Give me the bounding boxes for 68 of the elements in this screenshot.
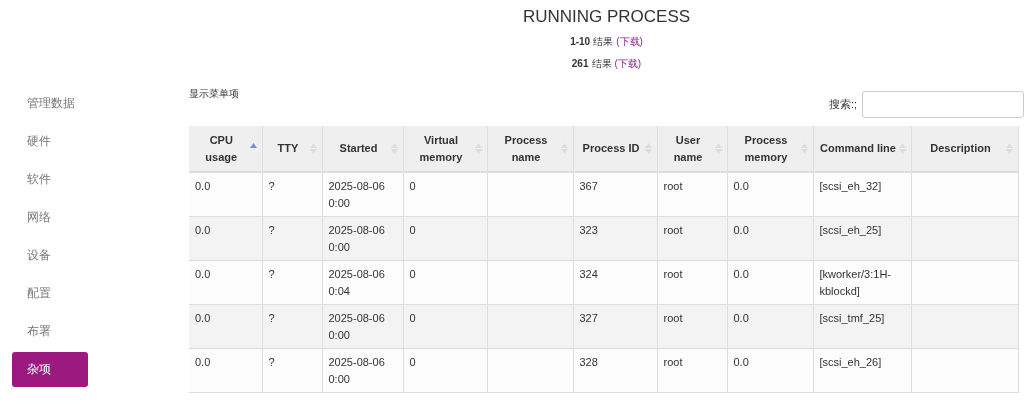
table-cell: 0.0: [727, 260, 813, 305]
table-cell: ?: [262, 304, 322, 349]
sidebar-item[interactable]: 杂项: [12, 352, 88, 387]
sidebar-item[interactable]: 管理数据: [12, 86, 88, 121]
sidebar-item[interactable]: 布署: [12, 314, 88, 349]
column-header[interactable]: Process name: [487, 126, 573, 172]
column-header[interactable]: Command line: [813, 126, 911, 172]
column-header[interactable]: CPU usage: [189, 126, 262, 172]
table-cell: 0.0: [727, 304, 813, 349]
column-header[interactable]: Process memory: [727, 126, 813, 172]
table-cell: root: [657, 216, 727, 261]
page-title: RUNNING PROCESS: [521, 7, 692, 27]
table-cell: ?: [262, 260, 322, 305]
table-cell: 0.0: [189, 304, 262, 349]
table-cell: 0: [403, 216, 487, 261]
sidebar-item[interactable]: 配置: [12, 276, 88, 311]
table-cell: root: [657, 172, 727, 217]
table-cell: 327: [573, 304, 657, 349]
table-cell: [scsi_eh_32]: [813, 172, 911, 217]
column-header[interactable]: Virtual memory: [403, 126, 487, 172]
table-cell: [kworker/3:1H-kblockd]: [813, 260, 911, 305]
column-header[interactable]: User name: [657, 126, 727, 172]
table-cell: 324: [573, 260, 657, 305]
table-cell: ?: [262, 172, 322, 217]
table-cell: 2025-08-06 0:00: [322, 348, 403, 393]
download-link[interactable]: (下载): [614, 57, 642, 71]
table-cell: 367: [573, 172, 657, 217]
table-cell: 0.0: [727, 172, 813, 217]
table-cell: 2025-08-06 0:00: [322, 172, 403, 217]
download-link[interactable]: (下载): [616, 35, 643, 49]
table-cell: 328: [573, 348, 657, 393]
column-header[interactable]: TTY: [262, 126, 322, 172]
table-cell: 0: [403, 304, 487, 349]
sidebar-item[interactable]: 软件: [12, 162, 88, 197]
search-label: 搜索:;: [828, 97, 857, 112]
table-cell: 0.0: [189, 348, 262, 393]
table-cell: 2025-08-06 0:00: [322, 216, 403, 261]
sidebar-item[interactable]: 网络: [12, 200, 88, 235]
search-field[interactable]: [862, 91, 1024, 118]
table-cell: [scsi_eh_26]: [813, 348, 911, 393]
table-cell: 0.0: [189, 172, 262, 217]
table-cell: 0.0: [189, 260, 262, 305]
column-header[interactable]: Started: [322, 126, 403, 172]
table-cell: [scsi_eh_25]: [813, 216, 911, 261]
column-header[interactable]: Description: [911, 126, 1018, 172]
table-cell: 2025-08-06 0:00: [322, 304, 403, 349]
result-label: 结果: [591, 57, 612, 71]
table-cell: ?: [262, 216, 322, 261]
table-cell: 0: [403, 260, 487, 305]
sidebar-item[interactable]: 设备: [12, 238, 88, 273]
table-cell: 2025-08-06 0:04: [322, 260, 403, 305]
table-cell: 0: [403, 172, 487, 217]
table-cell: 0.0: [727, 216, 813, 261]
table-cell: root: [657, 348, 727, 393]
table-cell: [scsi_tmf_25]: [813, 304, 911, 349]
table-cell: root: [657, 304, 727, 349]
column-header[interactable]: Process ID: [573, 126, 657, 172]
table-cell: root: [657, 260, 727, 305]
result-label: 结果: [593, 35, 614, 49]
table-cell: 0: [403, 348, 487, 393]
table-cell: 0.0: [189, 216, 262, 261]
result-count: 1-10: [570, 36, 591, 47]
sidebar-item[interactable]: 硬件: [12, 124, 88, 159]
column-toggle[interactable]: 显示菜单项: [189, 87, 239, 101]
table-cell: 0.0: [727, 348, 813, 393]
table-cell: ?: [262, 348, 322, 393]
result-count: 261: [571, 58, 589, 69]
table-cell: 323: [573, 216, 657, 261]
